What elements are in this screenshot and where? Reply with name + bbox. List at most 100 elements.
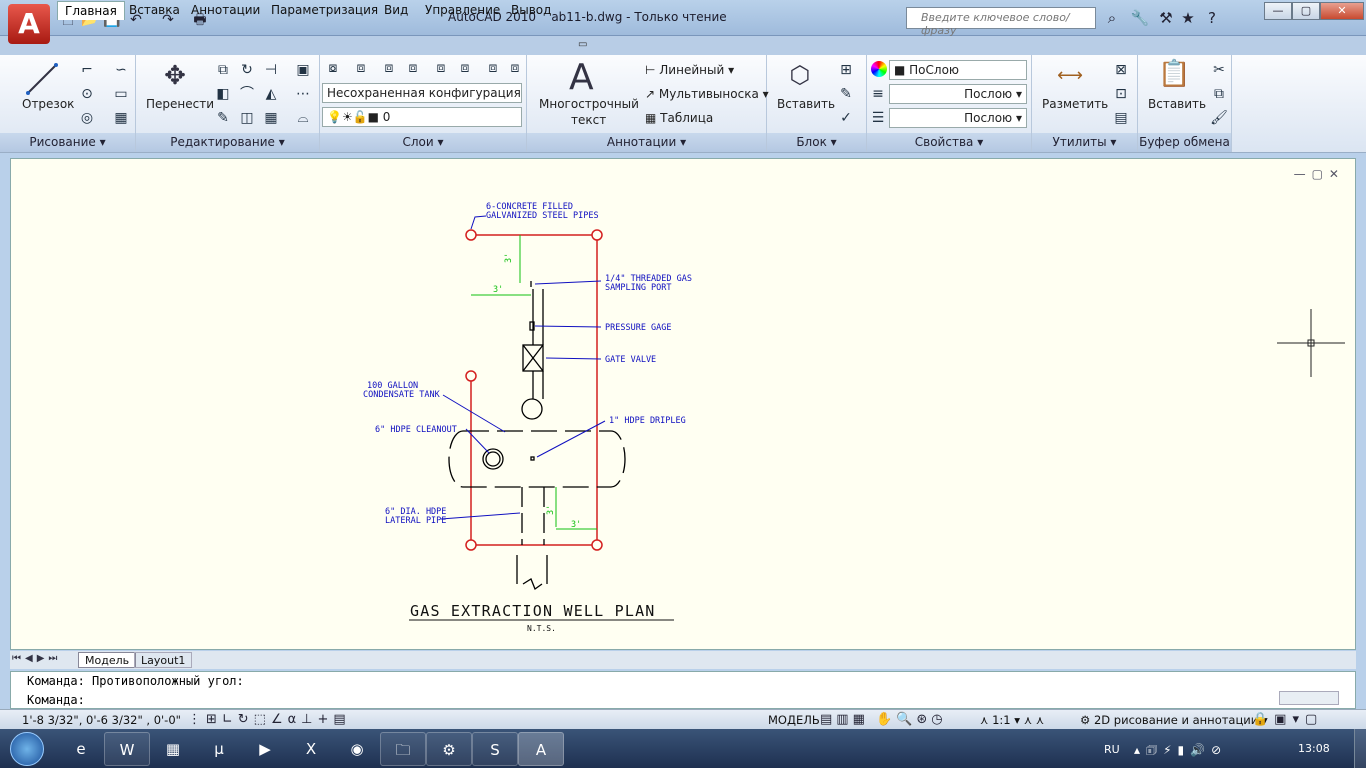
create-block-icon[interactable]: ⊞ (835, 59, 857, 81)
paste-icon[interactable]: 📋 (1158, 59, 1190, 93)
word-icon[interactable]: W (104, 732, 150, 766)
drafting-toggles[interactable]: ⋮⊞∟↻⬚∠⍺⊥+▤ (188, 712, 351, 727)
mtext-icon[interactable]: A (569, 57, 594, 98)
lineweight-dropdown[interactable]: Послою ▾ (889, 84, 1027, 104)
layer-dropdown[interactable]: 💡☀🔓■ 0 (322, 107, 522, 127)
mirror-icon[interactable]: ◧ (212, 83, 234, 105)
trim-icon[interactable]: ⊣ (260, 59, 282, 81)
communication-icon[interactable]: ⚒ (1156, 8, 1176, 28)
scale-icon[interactable]: ◫ (236, 107, 258, 129)
tab-insert[interactable]: Вставка (122, 1, 187, 20)
linear-dim-button[interactable]: ⊢ Линейный ▾ (645, 63, 734, 77)
measure-label[interactable]: Разметить (1042, 97, 1108, 111)
brush-icon[interactable]: ✎ (212, 107, 234, 129)
multileader-button[interactable]: ↗ Мультивыноска ▾ (645, 87, 769, 101)
skype-icon[interactable]: S (472, 732, 518, 766)
tab-view[interactable]: Вид (377, 1, 415, 20)
measure-icon[interactable]: ⟷ (1054, 65, 1086, 86)
ribbon-minimize-icon[interactable]: ▭ (578, 39, 592, 50)
calculator-app-icon[interactable]: ▦ (150, 732, 196, 766)
copy-clip-icon[interactable]: ⧉ (1208, 83, 1230, 105)
tab-layout1[interactable]: Layout1 (134, 652, 193, 668)
maximize-button[interactable]: ▢ (1292, 2, 1320, 20)
insert-block-label[interactable]: Вставить (777, 97, 835, 111)
rectangle-icon[interactable]: ▭ (110, 83, 132, 105)
layers-panel-title[interactable]: Слои ▾ (320, 133, 526, 152)
color-dropdown[interactable]: ■ ПоСлою (889, 60, 1027, 80)
block-panel-title[interactable]: Блок ▾ (767, 133, 866, 152)
close-button[interactable]: ✕ (1320, 2, 1364, 20)
arc-icon[interactable]: ◎ (76, 107, 98, 129)
layout-view-buttons[interactable]: ▤▥▦ (820, 712, 869, 727)
draw-panel-title[interactable]: Рисование ▾ (0, 133, 135, 152)
drawing-canvas[interactable]: —▢✕ 3' 3' 3' 3' 6-CONCRETE FILLED GALVAN… (10, 158, 1356, 650)
spline-icon[interactable]: ∽ (110, 59, 132, 81)
properties-panel-title[interactable]: Свойства ▾ (867, 133, 1031, 152)
mtext-label-1[interactable]: Многострочный (539, 97, 639, 111)
layer-off-icon[interactable]: ⧈ (504, 57, 526, 79)
command-line[interactable]: Команда: Противоположный угол: Команда: (10, 671, 1356, 709)
layer-previous-icon[interactable]: ⧈ (402, 57, 424, 79)
torrent-icon[interactable]: µ (196, 732, 242, 766)
hatch-icon[interactable]: ▦ (110, 107, 132, 129)
tab-parametric[interactable]: Параметризация (264, 1, 385, 20)
minimize-button[interactable]: — (1264, 2, 1292, 20)
line-button-label[interactable]: Отрезок (22, 97, 74, 111)
cut-icon[interactable]: ✂ (1208, 59, 1230, 81)
layer-unisolate-icon[interactable]: ⧈ (454, 57, 476, 79)
line-icon[interactable] (24, 61, 60, 97)
autocad-taskbar-icon[interactable]: A (518, 732, 564, 766)
tab-model[interactable]: Модель (78, 652, 137, 668)
application-menu-button[interactable]: A (8, 4, 50, 44)
annotation-scale[interactable]: ⋏ 1:1 ▾ ⋏ ⋏ (980, 713, 1044, 727)
tab-annotate[interactable]: Аннотации (184, 1, 267, 20)
attribute-icon[interactable]: ✓ (835, 107, 857, 129)
search-input[interactable]: Введите ключевое слово/фразу (906, 7, 1096, 37)
quick-select-icon[interactable]: ⊠ (1110, 59, 1132, 81)
layer-isolate-icon[interactable]: ⧈ (430, 57, 452, 79)
layer-freeze-icon[interactable]: ⧈ (482, 57, 504, 79)
annotation-panel-title[interactable]: Аннотации ▾ (527, 133, 766, 152)
tray-icons[interactable]: ▴🗊⚡▮🔊⊘ (1134, 741, 1227, 762)
array-icon[interactable]: ▦ (260, 107, 282, 129)
layer-properties-icon[interactable]: ⧇ (322, 57, 344, 79)
move-button-label[interactable]: Перенести (146, 97, 214, 111)
tab-home[interactable]: Главная (57, 1, 125, 20)
linetype-dropdown[interactable]: Послою ▾ (889, 108, 1027, 128)
circle-icon[interactable]: ⊙ (76, 83, 98, 105)
select-similar-icon[interactable]: ⊡ (1110, 83, 1132, 105)
help-icon[interactable]: ? (1202, 8, 1222, 28)
model-space-button[interactable]: МОДЕЛЬ (768, 713, 820, 727)
workspace-switch[interactable]: ⚙ 2D рисование и аннотации ▾ (1080, 713, 1268, 727)
command-prompt[interactable]: Команда: (27, 693, 85, 707)
stretch-icon[interactable]: ◭ (260, 83, 282, 105)
start-button[interactable] (10, 732, 44, 766)
insert-block-icon[interactable]: ⬡ (785, 61, 815, 91)
edit-block-icon[interactable]: ✎ (835, 83, 857, 105)
clipboard-panel-title[interactable]: Буфер обмена (1138, 133, 1231, 152)
calculator-icon[interactable]: ▤ (1110, 107, 1132, 129)
language-indicator[interactable]: RU (1104, 743, 1120, 756)
ie-icon[interactable]: e (58, 732, 104, 766)
binoculars-icon[interactable]: ⌕ (1102, 8, 1122, 28)
layer-state-icon[interactable]: ⧈ (350, 57, 372, 79)
firefox-icon[interactable]: ◉ (334, 732, 380, 766)
layer-match-icon[interactable]: ⧈ (378, 57, 400, 79)
table-button[interactable]: ▦ Таблица (645, 111, 713, 125)
show-desktop-button[interactable] (1354, 729, 1366, 768)
explorer-icon[interactable]: 🗀 (380, 732, 426, 766)
command-scrollbar[interactable] (1279, 691, 1339, 705)
tab-output[interactable]: Вывод (504, 1, 558, 20)
paste-label[interactable]: Вставить (1148, 97, 1206, 111)
navigation-tools[interactable]: ✋🔍⊛◷ (876, 712, 947, 727)
favorites-star-icon[interactable]: ★ (1178, 8, 1198, 28)
move-icon[interactable]: ✥ (160, 61, 190, 91)
match-properties-icon[interactable]: 🖌 (1208, 107, 1230, 129)
excel-icon[interactable]: X (288, 732, 334, 766)
wrench-icon[interactable]: 🔧 (1130, 8, 1150, 28)
modify-panel-title[interactable]: Редактирование ▾ (136, 133, 319, 152)
clock[interactable]: 13:08 (1298, 742, 1330, 755)
media-player-icon[interactable]: ▶ (242, 732, 288, 766)
tab-manage[interactable]: Управление (418, 1, 507, 20)
polyline-icon[interactable]: ⌐ (76, 59, 98, 81)
